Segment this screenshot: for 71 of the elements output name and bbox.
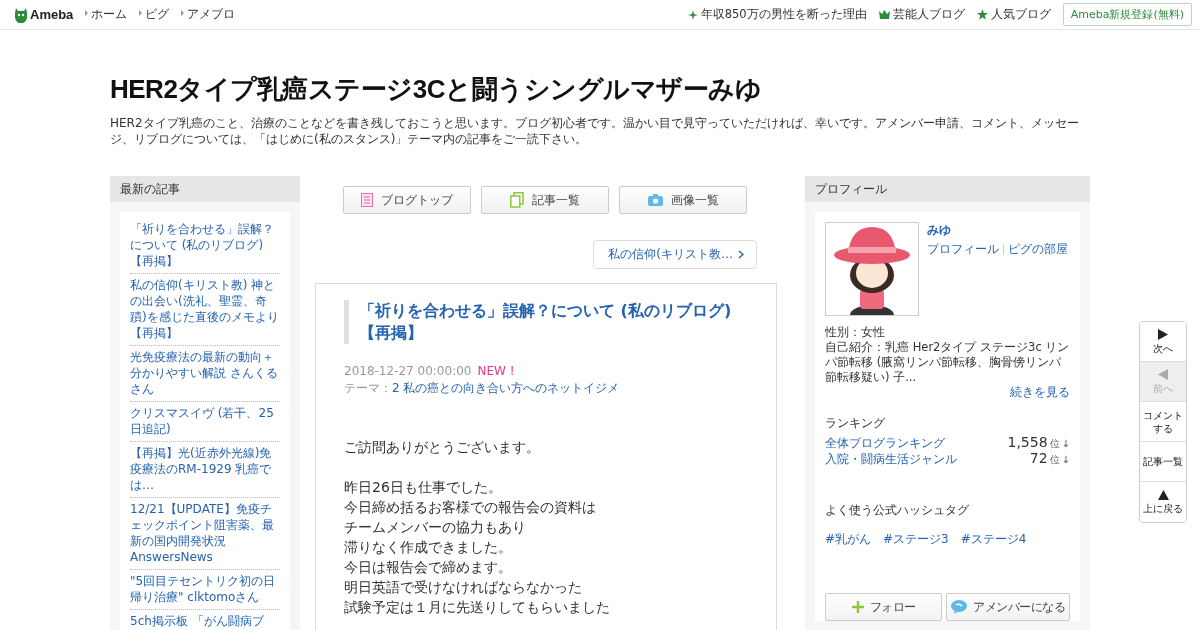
- nav-tab[interactable]: ブログトップ: [343, 186, 471, 214]
- recent-article-link[interactable]: 私の信仰(キリスト教) 神との出会い(洗礼、聖霊、奇蹟)を感じた直後のメモより【再掲】: [130, 274, 280, 346]
- read-more-link[interactable]: 続きを見る: [1010, 385, 1070, 400]
- recent-article-link[interactable]: 【再掲】光(近赤外光線)免疫療法のRM-1929 乳癌では…: [130, 442, 280, 498]
- ameba-logo[interactable]: Ameba: [14, 5, 74, 24]
- gender-text: 性別：女性: [825, 325, 886, 340]
- article-text: ご訪問ありがとうございます。: [344, 438, 540, 457]
- header-link[interactable]: 年収850万の男性を断った理由: [687, 7, 867, 22]
- nav-tab[interactable]: 記事一覧: [481, 186, 609, 214]
- hashtag-link[interactable]: #ステージ4: [960, 532, 1027, 547]
- sparkle-icon: [687, 9, 698, 20]
- profile-heading: プロフィール: [805, 176, 1090, 202]
- trend-arrow: ↓: [1061, 438, 1070, 449]
- recent-article-link[interactable]: 「祈りを合わせる」誤解？について (私のリブログ)【再掲】: [130, 218, 280, 274]
- side-nav-button[interactable]: 次へ: [1140, 322, 1186, 362]
- pages-icon: [510, 192, 524, 208]
- amember-button[interactable]: アメンバーになる: [946, 593, 1070, 621]
- profile-link[interactable]: ピグの部屋: [1008, 242, 1068, 257]
- intro-text: 自己紹介：乳癌 Her2タイプ ステージ3c リンパ節転移 (腋窩リンパ節転移、胸骨傍リンパ節転移疑い) 子...: [825, 340, 1070, 385]
- nav-link[interactable]: ホーム: [85, 7, 128, 22]
- article-text: チームメンバーの協力もあり: [344, 518, 526, 537]
- camera-icon: [647, 194, 663, 206]
- recent-article-link[interactable]: 光免疫療法の最新の動向＋分かりやすい解説 さんくるさん: [130, 346, 280, 402]
- document-icon: [361, 193, 373, 207]
- recent-heading: 最新の記事: [110, 176, 300, 202]
- crown-icon: [878, 10, 890, 19]
- blog-description: HER2タイプ乳癌のこと、治療のことなどを書き残しておこうと思います。ブログ初心者です。温かい目で見守っていただければ、幸いです。アメンバー申請、コメント、メッセージ、リブログについては、「はじめに(私のスタンス)」テーマ内の記事をご一読下さい。: [110, 115, 1080, 147]
- article-text: 試験予定は１月に先送りしてもらいました: [344, 598, 610, 617]
- hashtag-link[interactable]: #乳がん: [825, 532, 872, 547]
- article-text: 今日締め括るお客様での報告会の資料は: [344, 498, 596, 517]
- register-button[interactable]: Ameba新規登録(無料): [1062, 3, 1192, 26]
- article-text: 明日英語で受けなければならなかった: [344, 578, 582, 597]
- plus-icon: [851, 601, 864, 613]
- nav-tab[interactable]: 画像一覧: [619, 186, 747, 214]
- ranking-link[interactable]: 全体ブログランキング: [825, 436, 945, 451]
- ranking-heading: ランキング: [825, 416, 886, 431]
- chevron-right-icon: [738, 250, 744, 259]
- blog-title[interactable]: HER2タイプ乳癌ステージ3Cと闘うシングルマザーみゆ: [110, 72, 1090, 107]
- theme-label: テーマ：: [344, 381, 392, 395]
- profile-name[interactable]: みゆ: [927, 223, 1070, 238]
- nav-link[interactable]: ピグ: [139, 7, 170, 22]
- reverse-icon: [1158, 368, 1168, 380]
- article-title[interactable]: 「祈りを合わせる」誤解？について (私のリブログ)【再掲】: [344, 300, 748, 344]
- ranking-link[interactable]: 入院・闘病生活ジャンル: [825, 452, 957, 467]
- recent-article-link[interactable]: 12/21【UPDATE】免疫チェックポイント阻害薬、最新の国内開発状況 AnswersNews: [130, 498, 280, 570]
- hashtag-link[interactable]: #ステージ3: [883, 532, 949, 547]
- speech-bubble-icon: [951, 600, 967, 614]
- rank-value: 72: [1029, 450, 1048, 466]
- play-icon: [1158, 328, 1168, 340]
- recent-article-link[interactable]: 5ch掲示板 「がん闘病ブ: [130, 610, 280, 630]
- new-label: NEW !: [477, 364, 515, 378]
- header-link[interactable]: 芸能人ブログ: [878, 7, 965, 22]
- article-text: 今日は報告会で締めます。: [344, 558, 512, 577]
- article-date: 2018-12-27 00:00:00: [344, 364, 472, 378]
- profile-link[interactable]: プロフィール: [927, 242, 999, 257]
- next-article-link[interactable]: 私の信仰(キリスト教…: [593, 240, 757, 269]
- rank-unit: 位: [1049, 438, 1060, 449]
- up-triangle-icon: [1157, 489, 1169, 500]
- recent-article-link[interactable]: "5回目テセントリク初の日帰り治療" clktomoさん: [130, 570, 280, 610]
- rank-value: 1,558: [1007, 434, 1048, 450]
- recent-article-link[interactable]: クリスマスイヴ (若干、25日追記): [130, 402, 280, 442]
- hashtag-heading: よく使う公式ハッシュタグ: [825, 503, 970, 518]
- header-link[interactable]: 人気ブログ: [976, 7, 1051, 22]
- article-text: 昨日26日も仕事でした。: [344, 478, 502, 497]
- follow-button[interactable]: フォロー: [825, 593, 942, 621]
- trend-arrow: ↓: [1061, 454, 1070, 465]
- rank-unit: 位: [1049, 454, 1060, 465]
- article-text: 滞りなく作成できました。: [344, 538, 512, 557]
- theme-link[interactable]: 2 私の癌との向き合い方へのネットイジメ: [392, 381, 620, 395]
- nav-link[interactable]: アメブロ: [181, 7, 236, 22]
- star-icon: [976, 9, 988, 20]
